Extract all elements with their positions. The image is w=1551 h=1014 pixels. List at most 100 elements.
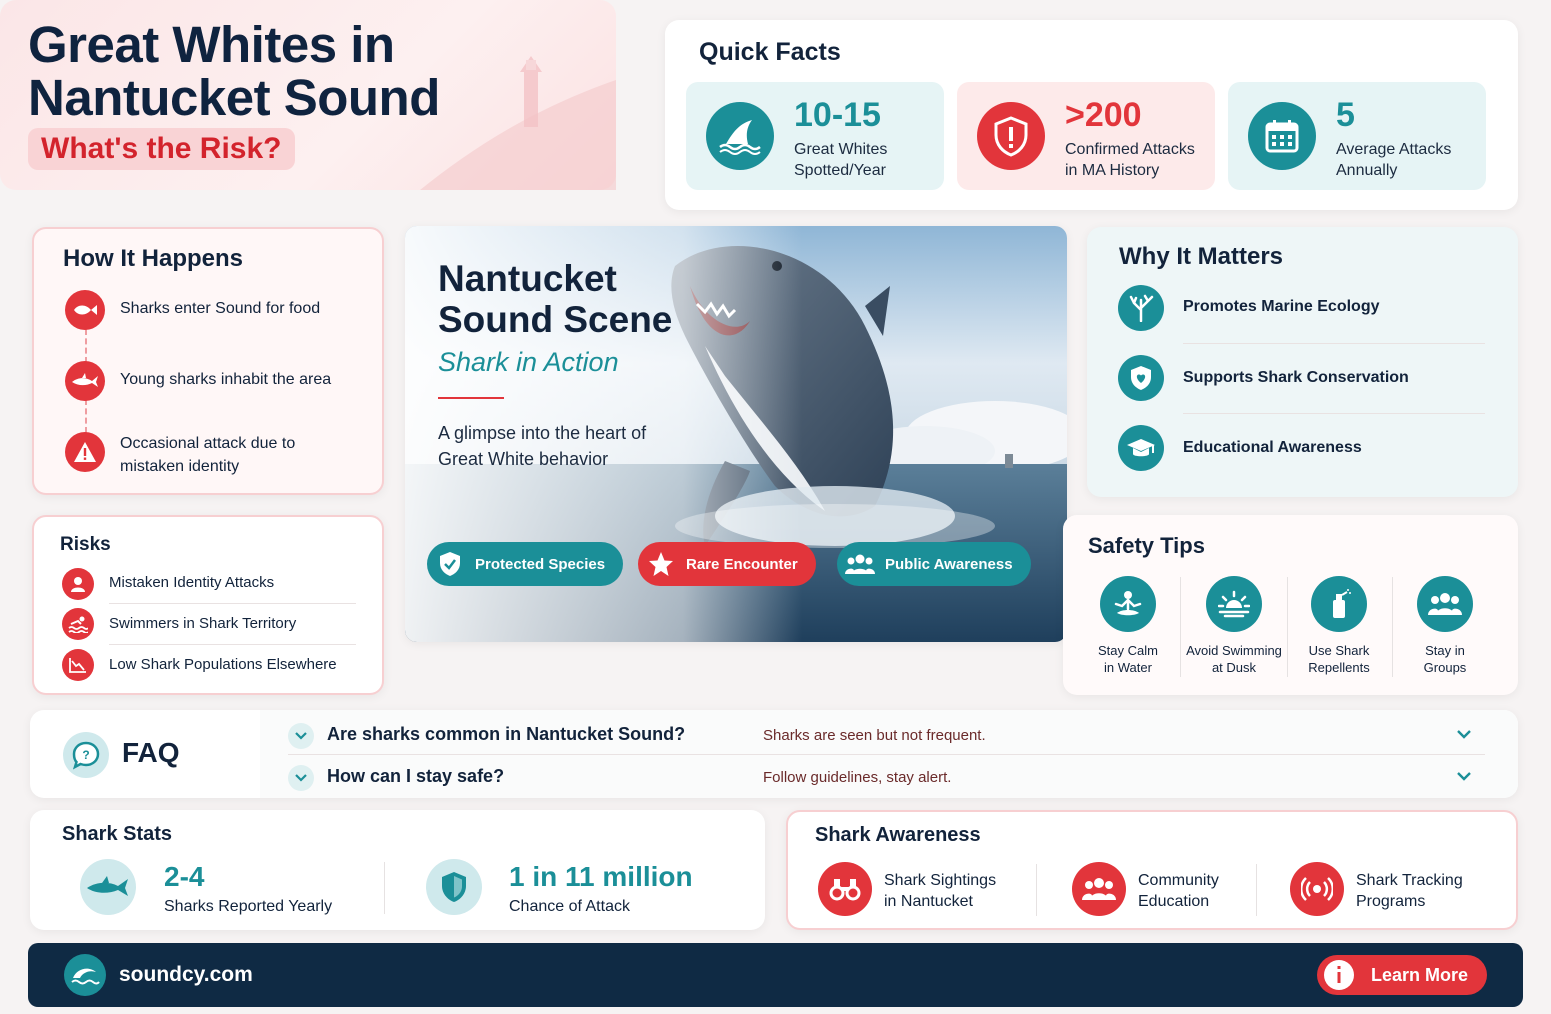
swimmer-icon (62, 608, 94, 640)
divider (1183, 343, 1485, 344)
fact-label: Average Attacks Annually (1336, 141, 1452, 179)
step-connector (85, 329, 87, 363)
awareness-label: Community Education (1138, 872, 1219, 910)
star-icon (646, 549, 676, 579)
why-it-matters-title: Why It Matters (1119, 243, 1284, 270)
safety-tips-card: Safety Tips Stay Calm in Water Avoid Swim… (1063, 515, 1518, 695)
faq-card: ? FAQ Are sharks common in Nantucket Sou… (30, 710, 1518, 798)
title-card: Great Whites in Nantucket Sound What's t… (0, 0, 616, 190)
tip-label: Stay Calm in Water (1098, 643, 1158, 675)
stat-value: 1 in 11 million (509, 861, 693, 892)
how-it-happens-card: How It Happens Sharks enter Sound for fo… (32, 227, 384, 495)
divider (109, 644, 356, 645)
divider (384, 862, 385, 914)
shield-check-icon (435, 549, 465, 579)
shark-icon (80, 859, 136, 915)
shark-awareness-title: Shark Awareness (815, 824, 981, 846)
risk-item-label: Mistaken Identity Attacks (109, 574, 275, 591)
scene-title: Nantucket Sound Scene (438, 258, 673, 340)
tip-label: Use Shark Repellents (1308, 643, 1370, 675)
info-icon (1324, 960, 1354, 990)
page-subtitle: What's the Risk? (28, 128, 295, 170)
people-icon (845, 549, 875, 579)
fact-value: 5 (1336, 96, 1355, 134)
fact-confirmed-attacks: >200 Confirmed Attacks in MA History (957, 82, 1215, 190)
fact-label: Confirmed Attacks in MA History (1065, 141, 1195, 179)
fact-value: >200 (1065, 96, 1142, 134)
scene-description: A glimpse into the heart of Great White b… (438, 423, 647, 469)
chip-label: Protected Species (475, 555, 606, 573)
shark-photo-panel: Nantucket Sound Scene Shark in Action A g… (405, 226, 1067, 642)
chip-label: Rare Encounter (686, 555, 798, 573)
faq-answer: Sharks are seen but not frequent. (763, 727, 986, 744)
divider (1256, 864, 1257, 916)
quick-facts-title: Quick Facts (699, 38, 841, 66)
why-item-label: Supports Shark Conservation (1183, 369, 1409, 386)
divider (288, 754, 1485, 755)
graduation-cap-icon (1118, 425, 1164, 471)
shield-icon (426, 859, 482, 915)
chevron-down-icon (288, 765, 314, 791)
divider (1036, 864, 1037, 916)
shark-fin-icon (706, 102, 774, 170)
chip-protected-species[interactable]: Protected Species (427, 542, 624, 586)
svg-text:?: ? (82, 748, 89, 762)
divider (109, 603, 356, 604)
footer-bar: soundcy.com Learn More (28, 943, 1523, 1007)
divider (1287, 577, 1288, 677)
awareness-label: Shark Tracking Programs (1356, 872, 1463, 910)
why-item-label: Educational Awareness (1183, 439, 1362, 456)
why-item-label: Promotes Marine Ecology (1183, 298, 1380, 315)
wave-logo-icon (64, 954, 106, 996)
chip-public-awareness[interactable]: Public Awareness (837, 542, 1031, 586)
shark-stats-title: Shark Stats (62, 823, 173, 845)
shark-icon (65, 361, 105, 401)
warning-icon (65, 432, 105, 472)
faq-item[interactable]: How can I stay safe? Follow guidelines, … (288, 762, 1488, 792)
quick-facts-card: Quick Facts 10-15 Great Whites Spotted/Ye… (665, 20, 1518, 210)
group-icon (1417, 576, 1473, 632)
divider (1392, 577, 1393, 677)
step-text: Occasional attack due to mistaken identit… (120, 435, 296, 475)
faq-answer: Follow guidelines, stay alert. (763, 769, 952, 786)
tip-label: Avoid Swimming at Dusk (1186, 643, 1282, 675)
fact-value: 10-15 (794, 96, 881, 134)
faq-question: Are sharks common in Nantucket Sound? (327, 724, 686, 744)
expand-chevron-icon[interactable] (1456, 728, 1472, 740)
stat-value: 2-4 (164, 861, 205, 892)
binoculars-icon (818, 862, 872, 916)
safety-tips-title: Safety Tips (1088, 533, 1205, 558)
tip-label: Stay in Groups (1423, 643, 1467, 675)
footer-site-link[interactable]: soundcy.com (119, 963, 253, 987)
chip-label: Public Awareness (885, 555, 1013, 573)
divider (1180, 577, 1181, 677)
risks-card: Risks Mistaken Identity Attacks Swimmers… (32, 515, 384, 695)
step-text: Sharks enter Sound for food (120, 300, 321, 317)
tracking-signal-icon (1290, 862, 1344, 916)
sunset-icon (1206, 576, 1262, 632)
spray-bottle-icon (1311, 576, 1367, 632)
learn-more-button[interactable]: Learn More (1317, 955, 1487, 995)
fish-icon (65, 290, 105, 330)
faq-question: How can I stay safe? (327, 766, 505, 786)
shark-stats-card: Shark Stats 2-4 Sharks Reported Yearly 1… (30, 810, 765, 930)
stat-label: Sharks Reported Yearly (164, 898, 333, 915)
risks-title: Risks (60, 534, 111, 555)
risk-item-label: Swimmers in Shark Territory (109, 615, 297, 632)
shark-awareness-card: Shark Awareness Shark Sightings in Nantuc… (786, 810, 1518, 930)
why-it-matters-card: Why It Matters Promotes Marine Ecology S… (1087, 227, 1518, 497)
person-icon (62, 568, 94, 600)
step-text: Young sharks inhabit the area (120, 371, 332, 388)
fact-great-whites: 10-15 Great Whites Spotted/Year (686, 82, 944, 190)
community-icon (1072, 862, 1126, 916)
how-it-happens-title: How It Happens (63, 245, 244, 272)
stat-label: Chance of Attack (509, 898, 630, 915)
coral-icon (1118, 285, 1164, 331)
fact-average-attacks: 5 Average Attacks Annually (1228, 82, 1486, 190)
faq-item[interactable]: Are sharks common in Nantucket Sound? Sh… (288, 720, 1488, 750)
chip-rare-encounter[interactable]: Rare Encounter (638, 542, 816, 586)
expand-chevron-icon[interactable] (1456, 770, 1472, 782)
divider (438, 397, 504, 399)
step-connector (85, 399, 87, 433)
calendar-icon (1248, 102, 1316, 170)
